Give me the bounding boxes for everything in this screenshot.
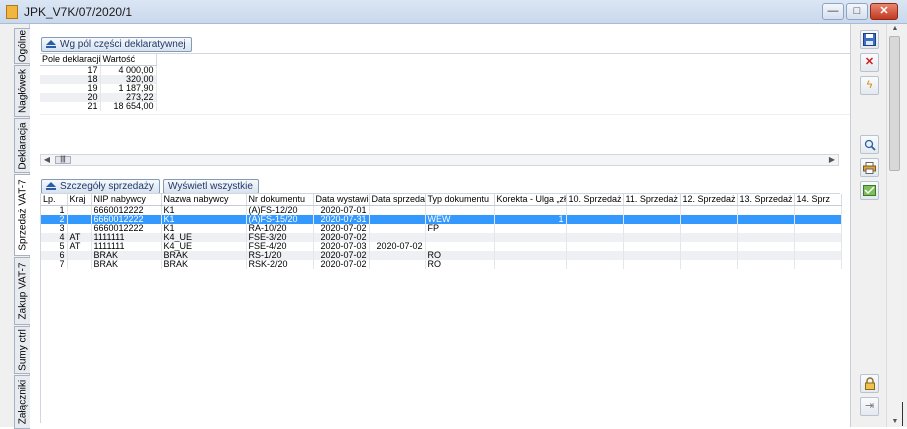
table-row[interactable]: 4 AT 1111111 K4_UE FSE-3/20 2020-07-02 bbox=[41, 233, 842, 242]
table-row[interactable]: 19 1 187,90 bbox=[40, 84, 157, 93]
column-header[interactable]: NIP nabywcy bbox=[91, 194, 162, 206]
scroll-thumb[interactable] bbox=[889, 36, 900, 171]
scroll-right-icon[interactable]: ▶ bbox=[827, 155, 837, 165]
declaration-fields-button[interactable]: Wg pól części deklaratywnej bbox=[41, 37, 192, 52]
table-row[interactable]: 7 BRAK BRAK RSK-2/20 2020-07-02 RO bbox=[41, 260, 842, 269]
scroll-left-icon[interactable]: ◀ bbox=[42, 155, 52, 165]
declaration-header-row: Pole deklaracji Wartość bbox=[40, 54, 157, 66]
table-row[interactable]: 6 BRAK BRAK RS-1/20 2020-07-02 RO bbox=[41, 251, 842, 260]
collapse-up-icon bbox=[46, 40, 56, 48]
tab-sprzedaz-vat7[interactable]: Sprzedaż VAT-7 bbox=[14, 174, 30, 256]
column-header[interactable]: 11. Sprzedaż ( bbox=[623, 194, 681, 206]
sales-header-row: Lp. Kraj NIP nabywcy Nazwa nabywcy Nr do… bbox=[41, 194, 842, 206]
magnifier-icon bbox=[864, 139, 876, 151]
minimize-button[interactable]: — bbox=[822, 3, 844, 20]
declaration-table: Pole deklaracji Wartość 17 4 000,00 18 320… bbox=[40, 53, 850, 154]
export-icon bbox=[863, 185, 876, 196]
lock-button[interactable] bbox=[860, 374, 879, 393]
pin-icon: ⇥ bbox=[864, 400, 875, 412]
column-header[interactable]: 12. Sprzedaż z bbox=[680, 194, 738, 206]
tab-ogolne[interactable]: Ogólne bbox=[14, 28, 30, 64]
tab-deklaracja[interactable]: Deklaracja bbox=[14, 118, 30, 173]
table-row[interactable]: 5 AT 1111111 K4_UE FSE-4/20 2020-07-03 2020-07… bbox=[41, 242, 842, 251]
tab-zalaczniki[interactable]: Załączniki bbox=[14, 375, 30, 429]
title-bar: JPK_V7K/07/2020/1 — □ ✕ bbox=[0, 0, 907, 24]
pin-button[interactable]: ⇥ bbox=[860, 397, 879, 416]
column-header[interactable]: Pole deklaracji bbox=[40, 54, 101, 66]
main-vscrollbar[interactable]: ▲ ▼ bbox=[886, 24, 902, 427]
lightning-button[interactable]: ϟ bbox=[860, 76, 879, 95]
sales-table: Lp. Kraj NIP nabywcy Nazwa nabywcy Nr do… bbox=[40, 193, 842, 423]
export-button[interactable] bbox=[860, 181, 879, 200]
table-row[interactable]: 17 4 000,00 bbox=[40, 65, 157, 75]
scroll-down-icon[interactable]: ▼ bbox=[887, 418, 903, 425]
tab-zakup-vat7[interactable]: Zakup VAT-7 bbox=[14, 257, 30, 325]
table-row[interactable]: 20 273,22 bbox=[40, 93, 157, 102]
cancel-button[interactable]: ✕ bbox=[860, 53, 879, 72]
column-header[interactable]: Lp. bbox=[41, 194, 68, 206]
table-row[interactable]: 18 320,00 bbox=[40, 75, 157, 84]
window-title: JPK_V7K/07/2020/1 bbox=[24, 5, 133, 19]
save-icon bbox=[863, 33, 876, 46]
maximize-button[interactable]: □ bbox=[846, 3, 868, 20]
scroll-up-icon[interactable]: ▲ bbox=[887, 25, 903, 32]
lightning-icon: ϟ bbox=[866, 79, 873, 91]
collapse-up-icon bbox=[46, 182, 56, 190]
close-button[interactable]: ✕ bbox=[870, 3, 898, 20]
resize-grip[interactable] bbox=[902, 402, 903, 426]
column-header[interactable]: Typ dokumentu bbox=[425, 194, 495, 206]
print-button[interactable] bbox=[860, 158, 879, 177]
column-header[interactable]: Korekta - Ulga „złe bbox=[494, 194, 567, 206]
table-row[interactable]: 1 6660012222 K1 (A)FS-12/20 2020-07-01 bbox=[41, 205, 842, 215]
column-header[interactable]: Nazwa nabywcy bbox=[161, 194, 247, 206]
right-toolbar: ✕ ϟ ⇥ ▲ ▼ bbox=[850, 24, 907, 427]
table-row-selected[interactable]: 2 6660012222 K1 (A)FS-15/20 2020-07-31 WEW 1 bbox=[41, 215, 842, 224]
table-row[interactable]: 3 6660012222 K1 RA-10/20 2020-07-02 FP bbox=[41, 224, 842, 233]
column-header[interactable]: Kraj bbox=[67, 194, 92, 206]
cancel-icon: ✕ bbox=[864, 56, 875, 68]
document-icon bbox=[6, 5, 18, 19]
column-header[interactable]: 14. Sprz bbox=[794, 194, 842, 206]
printer-icon bbox=[863, 162, 876, 174]
divider bbox=[40, 114, 850, 115]
column-header[interactable]: Wartość bbox=[100, 54, 157, 66]
column-header[interactable]: Data sprzedaż bbox=[369, 194, 426, 206]
sales-details-button[interactable]: Szczegóły sprzedaży bbox=[41, 179, 160, 194]
declaration-hscrollbar[interactable]: ◀ ||| ▶ bbox=[40, 154, 839, 166]
column-header[interactable]: 13. Sprzedaż ( bbox=[737, 194, 795, 206]
column-header[interactable]: Data wystawie bbox=[313, 194, 370, 206]
preview-button[interactable] bbox=[860, 135, 879, 154]
tab-naglowek[interactable]: Nagłówek bbox=[14, 65, 30, 117]
column-header[interactable]: 10. Sprzedaż z bbox=[566, 194, 624, 206]
scroll-thumb[interactable]: ||| bbox=[55, 156, 71, 164]
tab-sumy-ctrl[interactable]: Sumy ctrl bbox=[14, 326, 30, 374]
main-panel: Wg pól części deklaratywnej Pole deklara… bbox=[31, 24, 850, 427]
show-all-button[interactable]: Wyświetl wszystkie bbox=[163, 179, 259, 194]
column-header[interactable]: Nr dokumentu bbox=[246, 194, 314, 206]
save-button[interactable] bbox=[860, 30, 879, 49]
side-tab-bar: Ogólne Nagłówek Deklaracja Sprzedaż VAT-… bbox=[0, 24, 30, 429]
lock-icon bbox=[864, 377, 875, 390]
table-row[interactable]: 21 18 654,00 bbox=[40, 102, 157, 111]
